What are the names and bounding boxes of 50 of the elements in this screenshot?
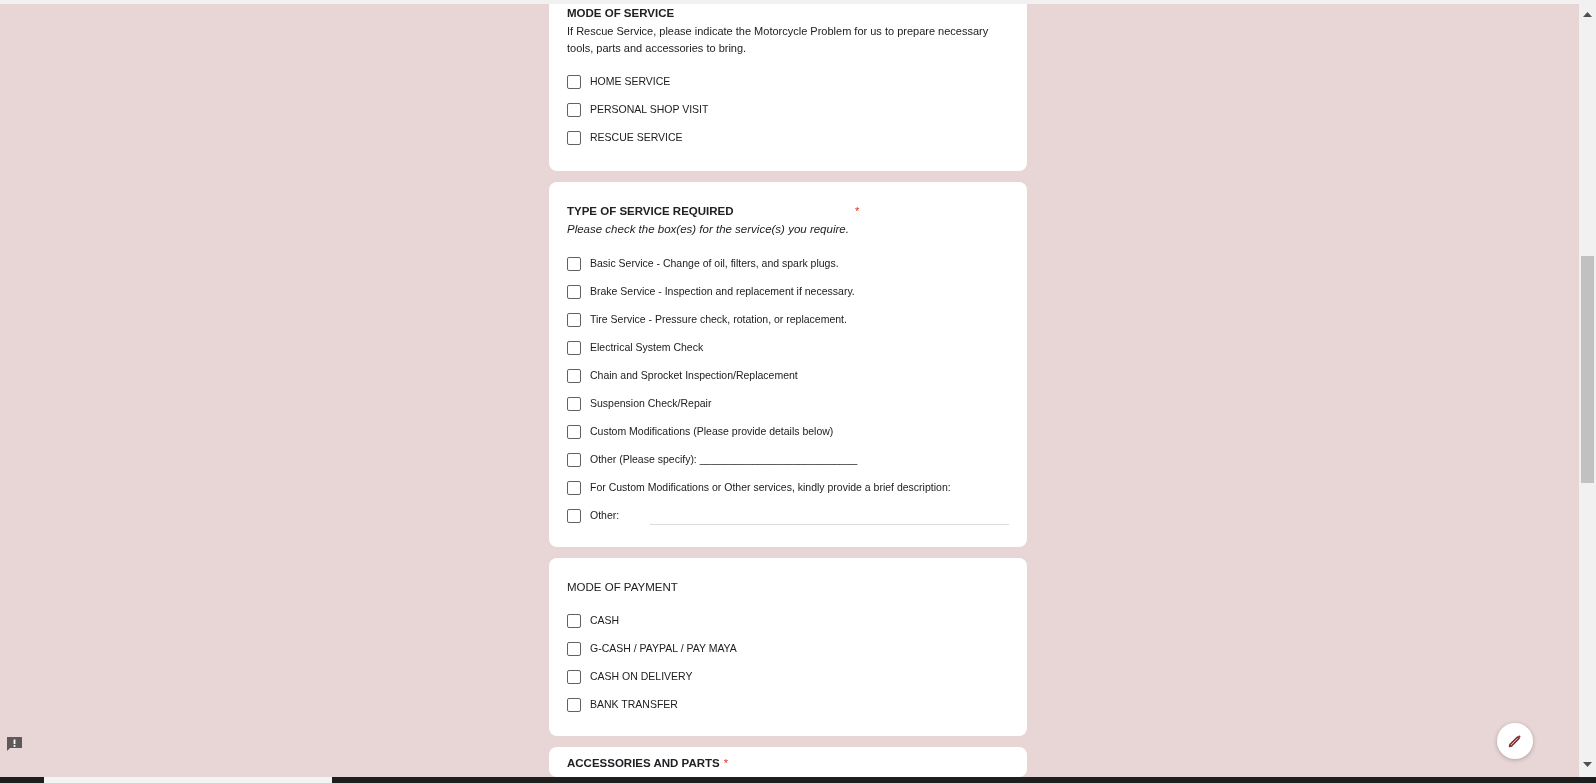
option-label: RESCUE SERVICE	[590, 130, 683, 146]
pencil-icon	[1507, 733, 1523, 749]
checkbox[interactable]	[567, 75, 581, 89]
option-label: For Custom Modifications or Other services, kindly provide a brief description:	[590, 479, 951, 495]
checkbox[interactable]	[567, 508, 581, 523]
checkbox[interactable]	[567, 669, 581, 684]
question-title: ACCESSORIES AND PARTS	[567, 755, 720, 771]
checkbox[interactable]	[567, 131, 581, 145]
option-label: Tire Service - Pressure check, rotation, or replacement.	[590, 311, 847, 327]
option-label: Brake Service - Inspection and replacement if necessary.	[590, 283, 855, 299]
checkbox[interactable]	[567, 697, 581, 712]
scrollbar[interactable]	[1579, 4, 1596, 777]
option-label: Electrical System Check	[590, 339, 704, 355]
question-title: MODE OF PAYMENT	[567, 579, 678, 595]
feedback-icon[interactable]	[6, 736, 23, 753]
scroll-up-icon[interactable]	[1583, 12, 1592, 17]
option-label: G-CASH / PAYPAL / PAY MAYA	[590, 640, 737, 656]
option-label: Chain and Sprocket Inspection/Replacement	[590, 367, 798, 383]
checkbox[interactable]	[567, 256, 581, 271]
checkbox[interactable]	[567, 312, 581, 327]
checkbox[interactable]	[567, 424, 581, 439]
checkbox[interactable]	[567, 284, 581, 299]
option-label: Other:	[590, 507, 620, 523]
checkbox[interactable]	[567, 641, 581, 656]
checkbox[interactable]	[567, 452, 581, 467]
option-label: Suspension Check/Repair	[590, 395, 712, 411]
edit-button[interactable]	[1497, 723, 1533, 759]
question-description: If Rescue Service, please indicate the Motorcycle Problem for us to prepare necessary tools, parts and accessories to bring.	[567, 24, 990, 56]
taskbar-search-field[interactable]	[44, 777, 332, 783]
question-description: Please check the box(es) for the service(s) you require.	[567, 222, 850, 237]
option-label: CASH	[590, 612, 620, 628]
scroll-down-icon[interactable]	[1583, 762, 1592, 767]
option-label: PERSONAL SHOP VISIT	[590, 102, 709, 118]
checkbox[interactable]	[567, 340, 581, 355]
checkbox[interactable]	[567, 368, 581, 383]
question-title: TYPE OF SERVICE REQUIRED	[567, 204, 735, 219]
option-label: Basic Service - Change of oil, filters, and spark plugs.	[590, 255, 839, 271]
required-asterisk: *	[855, 204, 860, 219]
checkbox[interactable]	[567, 396, 581, 411]
checkbox[interactable]	[567, 480, 581, 495]
option-label: Custom Modifications (Please provide details below)	[590, 423, 834, 439]
option-label: Other (Please specify): ___________________________	[590, 451, 858, 467]
required-asterisk: *	[723, 755, 728, 771]
checkbox[interactable]	[567, 103, 581, 117]
option-label: HOME SERVICE	[590, 74, 671, 90]
question-title: MODE OF SERVICE	[567, 6, 675, 21]
option-label: CASH ON DELIVERY	[590, 668, 693, 684]
scrollbar-thumb[interactable]	[1581, 256, 1594, 483]
checkbox[interactable]	[567, 613, 581, 628]
option-label: BANK TRANSFER	[590, 696, 678, 712]
